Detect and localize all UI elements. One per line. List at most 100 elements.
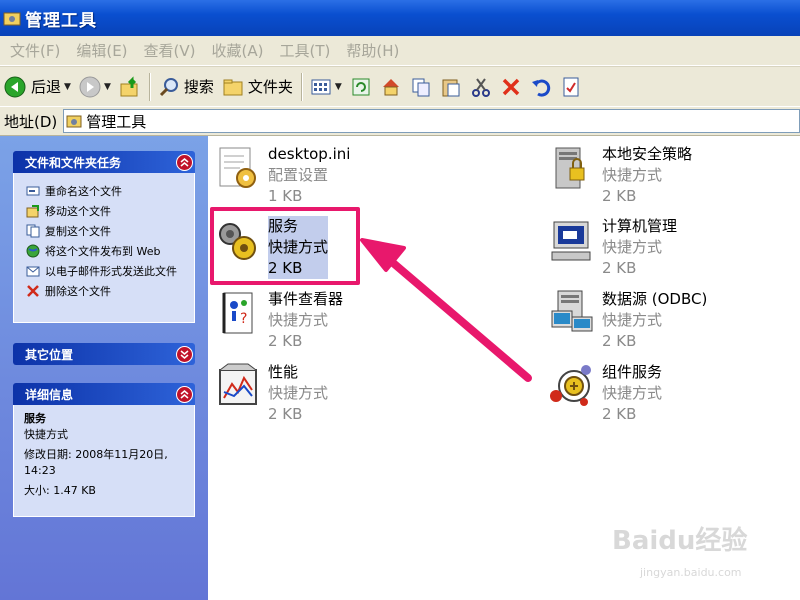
file-type: 快捷方式 — [602, 238, 663, 256]
views-button[interactable]: ▼ — [306, 71, 346, 103]
undo-button[interactable] — [526, 71, 556, 103]
rename-file-label: 重命名这个文件 — [45, 185, 122, 198]
file-item-computer-management[interactable]: 计算机管理 快捷方式 2 KB — [548, 216, 677, 279]
file-name: 本地安全策略 — [602, 145, 693, 163]
file-item-local-security-policy[interactable]: 本地安全策略 快捷方式 2 KB — [548, 144, 692, 207]
email-file-label: 以电子邮件形式发送此文件 — [45, 265, 177, 278]
other-places-header[interactable]: 其它位置 — [13, 343, 195, 365]
email-file-link[interactable]: 以电子邮件形式发送此文件 — [26, 263, 184, 279]
file-size: 2 KB — [602, 187, 637, 205]
file-size: 2 KB — [602, 405, 637, 423]
annotation-highlight-box — [210, 207, 360, 285]
details-body: 服务 快捷方式 修改日期: 2008年11月20日, 14:23 大小: 1.4… — [13, 405, 195, 517]
odbc-icon — [551, 290, 593, 332]
folders-button[interactable]: 文件夹 — [218, 71, 297, 103]
file-type: 快捷方式 — [268, 311, 329, 329]
rename-file-link[interactable]: 重命名这个文件 — [26, 183, 184, 199]
move-icon — [26, 205, 39, 218]
properties-icon — [563, 77, 579, 96]
back-arrow-icon — [4, 76, 26, 97]
svg-text:?: ? — [240, 311, 247, 327]
refresh-icon — [352, 78, 370, 95]
file-item-odbc[interactable]: 数据源 (ODBC) 快捷方式 2 KB — [548, 289, 707, 352]
forward-arrow-icon — [79, 76, 101, 97]
details-header[interactable]: 详细信息 — [13, 383, 195, 405]
details-name: 服务 — [24, 412, 46, 425]
file-tasks-group: 文件和文件夹任务 重命名这个文件 移动这个文件 复制这个文件 将这个文件发布到 … — [13, 151, 195, 323]
publish-web-label: 将这个文件发布到 Web — [45, 245, 161, 258]
cut-button[interactable] — [466, 71, 496, 103]
file-size: 2 KB — [602, 259, 637, 277]
address-label: 地址(D) — [4, 112, 58, 131]
file-type: 配置设置 — [268, 166, 329, 184]
chevron-down-icon[interactable]: ▼ — [64, 82, 71, 92]
properties-button[interactable] — [556, 71, 586, 103]
window-title: 管理工具 — [25, 10, 97, 31]
toolbar-separator — [300, 72, 302, 101]
menu-help[interactable]: 帮助(H) — [346, 40, 399, 61]
details-size: 大小: 1.47 KB — [24, 484, 96, 497]
rename-icon — [26, 186, 40, 196]
file-item-event-viewer[interactable]: ? 事件查看器 快捷方式 2 KB — [214, 289, 343, 352]
up-folder-icon — [120, 75, 138, 96]
chevron-down-icon[interactable]: ▼ — [104, 82, 111, 92]
address-input[interactable]: 管理工具 — [63, 109, 800, 133]
menu-tools[interactable]: 工具(T) — [279, 40, 330, 61]
file-item-performance[interactable]: 性能 快捷方式 2 KB — [214, 362, 328, 425]
computer-management-icon — [551, 221, 591, 261]
back-button[interactable]: 后退 ▼ — [0, 71, 75, 103]
menu-bar: 文件(F) 编辑(E) 查看(V) 收藏(A) 工具(T) 帮助(H) — [0, 36, 800, 66]
search-label: 搜索 — [183, 78, 214, 96]
collapse-icon[interactable] — [176, 385, 193, 403]
publish-web-link[interactable]: 将这个文件发布到 Web — [26, 243, 184, 259]
file-item-desktop-ini[interactable]: desktop.ini 配置设置 1 KB — [214, 144, 350, 207]
ini-settings-icon — [219, 147, 256, 188]
delete-file-link[interactable]: 删除这个文件 — [26, 283, 184, 299]
delete-x-icon — [27, 285, 39, 297]
search-icon — [159, 77, 178, 96]
expand-icon[interactable] — [176, 345, 193, 363]
chevron-down-icon[interactable]: ▼ — [335, 82, 342, 92]
watermark-logo: Baidu经验 — [612, 526, 748, 556]
copy-to-button[interactable] — [406, 71, 436, 103]
address-bar: 地址(D) 管理工具 — [0, 106, 800, 136]
copy-file-link[interactable]: 复制这个文件 — [26, 223, 184, 239]
admin-tools-icon — [3, 12, 21, 26]
delete-button[interactable] — [496, 71, 526, 103]
views-icon — [311, 79, 331, 94]
menu-view[interactable]: 查看(V) — [144, 40, 196, 61]
copy-file-icon — [26, 224, 40, 238]
details-group: 详细信息 服务 快捷方式 修改日期: 2008年11月20日, 14:23 大小… — [13, 383, 195, 517]
back-label: 后退 — [31, 78, 62, 96]
address-value: 管理工具 — [86, 112, 147, 131]
folders-label: 文件夹 — [247, 78, 293, 96]
move-file-label: 移动这个文件 — [45, 205, 111, 218]
menu-edit[interactable]: 编辑(E) — [76, 40, 127, 61]
copy-file-label: 复制这个文件 — [45, 225, 111, 238]
paste-button[interactable] — [436, 71, 466, 103]
file-name: 性能 — [268, 363, 299, 381]
search-button[interactable]: 搜索 — [154, 71, 218, 103]
menu-favorites[interactable]: 收藏(A) — [212, 40, 264, 61]
menu-file[interactable]: 文件(F) — [10, 40, 60, 61]
details-type: 快捷方式 — [24, 428, 68, 441]
file-type: 快捷方式 — [602, 384, 663, 402]
folders-icon — [223, 79, 243, 95]
file-tasks-header[interactable]: 文件和文件夹任务 — [13, 151, 195, 173]
home-button[interactable] — [376, 71, 406, 103]
security-policy-icon — [555, 147, 585, 189]
up-folder-button[interactable] — [115, 71, 145, 103]
refresh-button[interactable] — [346, 71, 376, 103]
file-type: 快捷方式 — [602, 166, 663, 184]
delete-x-icon — [502, 78, 520, 95]
collapse-icon[interactable] — [176, 153, 193, 171]
file-item-component-services[interactable]: 组件服务 快捷方式 2 KB — [548, 362, 662, 425]
home-icon — [382, 78, 399, 95]
other-places-group: 其它位置 — [13, 343, 195, 365]
other-places-title: 其它位置 — [25, 347, 74, 362]
performance-icon — [219, 363, 257, 405]
move-file-link[interactable]: 移动这个文件 — [26, 203, 184, 219]
forward-button[interactable]: ▼ — [75, 71, 115, 103]
file-tasks-body: 重命名这个文件 移动这个文件 复制这个文件 将这个文件发布到 Web 以电子邮件… — [13, 173, 195, 323]
file-size: 2 KB — [268, 405, 303, 423]
